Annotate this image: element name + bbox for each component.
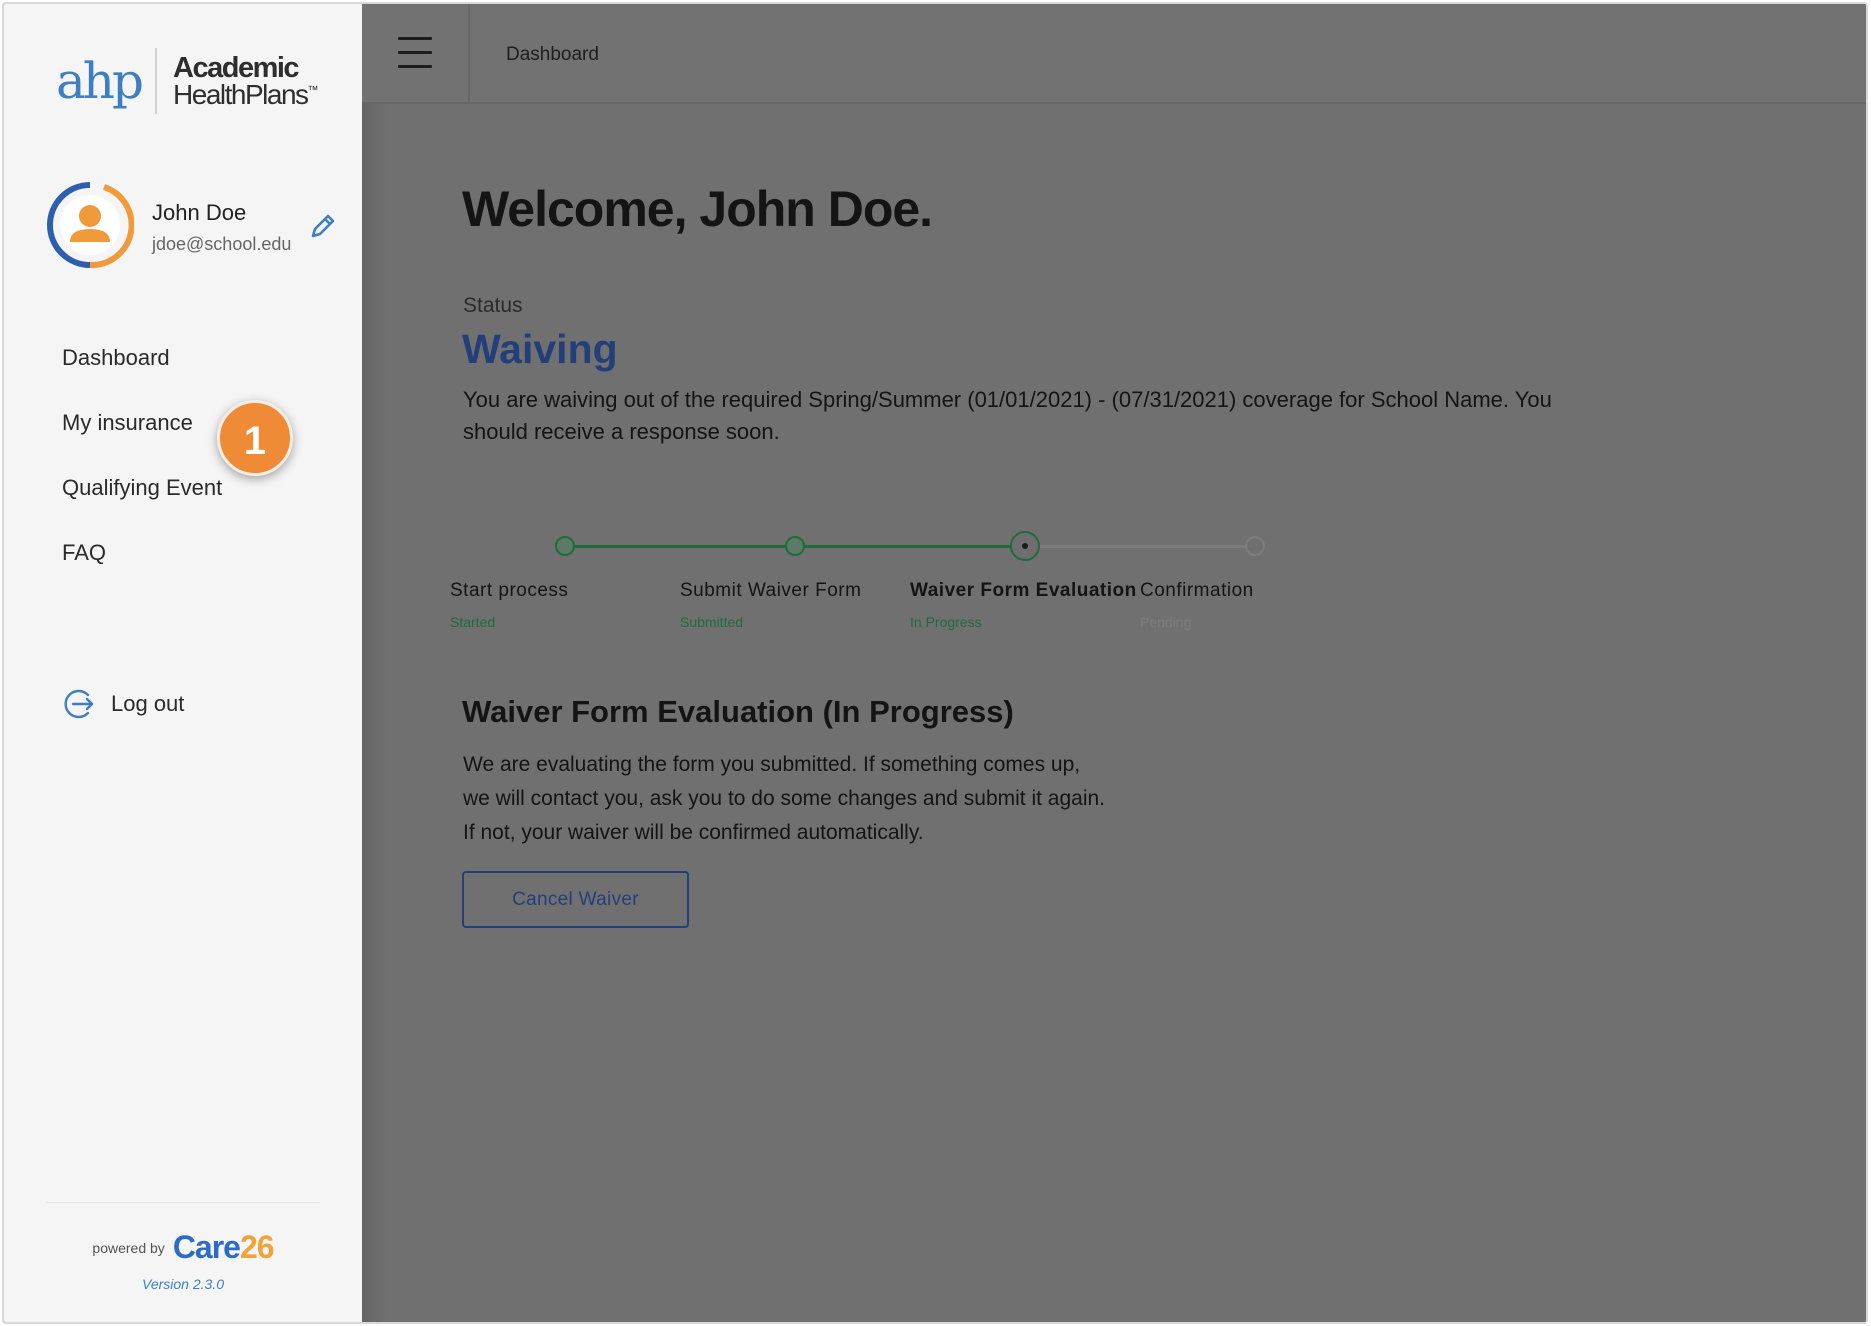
stepper-connector xyxy=(575,545,785,548)
sidebar-shadow xyxy=(362,104,386,1322)
top-bar: Dashboard xyxy=(362,4,1866,104)
topbar-divider xyxy=(468,4,470,104)
status-value: Waiving xyxy=(462,326,618,372)
pencil-icon[interactable] xyxy=(308,211,338,241)
avatar[interactable] xyxy=(46,181,134,269)
logo-divider xyxy=(155,48,158,114)
evaluation-line: We are evaluating the form you submitted… xyxy=(463,753,1081,776)
callout-badge: 1 xyxy=(217,400,293,476)
logo-line-2-text: HealthPlans xyxy=(173,78,309,110)
status-description: You are waiving out of the required Spri… xyxy=(463,387,1552,444)
evaluation-text: We are evaluating the form you submitted… xyxy=(463,748,1183,850)
main-content: Welcome, John Doe. Status Waiving You ar… xyxy=(362,104,1866,1322)
stepper-connector xyxy=(1035,545,1245,548)
powered-by: powered by Care26 xyxy=(46,1229,320,1266)
sidebar: ahp Academic HealthPlans™ John Doe jdoe@… xyxy=(4,4,362,1322)
care26-logo-part2: 26 xyxy=(239,1229,275,1265)
logout-button[interactable]: Log out xyxy=(61,686,184,722)
logout-icon xyxy=(64,689,94,719)
powered-by-label: powered by xyxy=(92,1239,165,1256)
logo-mark: ahp xyxy=(56,52,144,110)
evaluation-line: If not, your waiver will be confirmed au… xyxy=(463,821,924,844)
user-name: John Doe xyxy=(152,200,247,225)
care26-logo-part1: Care xyxy=(172,1229,241,1265)
care26-logo[interactable]: Care26 xyxy=(172,1229,275,1266)
step-status: Submitted xyxy=(680,614,744,630)
step-label: Waiver Form Evaluation xyxy=(910,580,1137,601)
cancel-waiver-button[interactable]: Cancel Waiver xyxy=(462,871,689,928)
status-label: Status xyxy=(463,294,523,317)
sidebar-footer: powered by Care26 Version 2.3.0 xyxy=(46,1202,320,1292)
sidebar-item-qualifying-event[interactable]: Qualifying Event xyxy=(62,474,222,539)
logo-wordmark: Academic HealthPlans™ xyxy=(173,53,319,110)
logout-label: Log out xyxy=(111,691,185,716)
logo-line-2: HealthPlans™ xyxy=(173,78,319,110)
step-status: Started xyxy=(450,614,496,630)
step-indicator xyxy=(1245,536,1265,556)
evaluation-title: Waiver Form Evaluation (In Progress) xyxy=(462,694,1014,729)
step-indicator xyxy=(785,536,805,556)
step-status: Pending xyxy=(1140,614,1192,630)
ahp-logo[interactable]: ahp Academic HealthPlans™ xyxy=(56,46,319,116)
menu-icon[interactable] xyxy=(398,37,432,71)
progress-stepper: Start process Started Submit Waiver Form Su… xyxy=(442,504,1265,630)
welcome-heading: Welcome, John Doe. xyxy=(462,181,933,237)
sidebar-nav: Dashboard My insurance Qualifying Event … xyxy=(62,344,222,604)
version-label: Version 2.3.0 xyxy=(142,1276,224,1292)
app-window: ahp Academic HealthPlans™ John Doe jdoe@… xyxy=(2,2,1868,1324)
step-label: Submit Waiver Form xyxy=(680,580,862,601)
sidebar-item-dashboard[interactable]: Dashboard xyxy=(62,344,222,409)
logo-tm: ™ xyxy=(307,84,319,97)
page-header-title: Dashboard xyxy=(506,44,599,65)
stepper-connector xyxy=(805,545,1015,548)
user-profile: John Doe jdoe@school.edu xyxy=(46,181,346,271)
sidebar-item-faq[interactable]: FAQ xyxy=(62,539,222,604)
step-indicator xyxy=(1010,531,1040,561)
step-status: In Progress xyxy=(910,614,982,630)
sidebar-item-my-insurance[interactable]: My insurance xyxy=(62,409,222,474)
step-indicator-center xyxy=(1022,543,1028,549)
evaluation-line: we will contact you, ask you to do some … xyxy=(463,787,1106,810)
user-email: jdoe@school.edu xyxy=(152,234,292,254)
step-label: Start process xyxy=(450,580,569,601)
step-label: Confirmation xyxy=(1140,580,1254,601)
step-indicator xyxy=(555,536,575,556)
